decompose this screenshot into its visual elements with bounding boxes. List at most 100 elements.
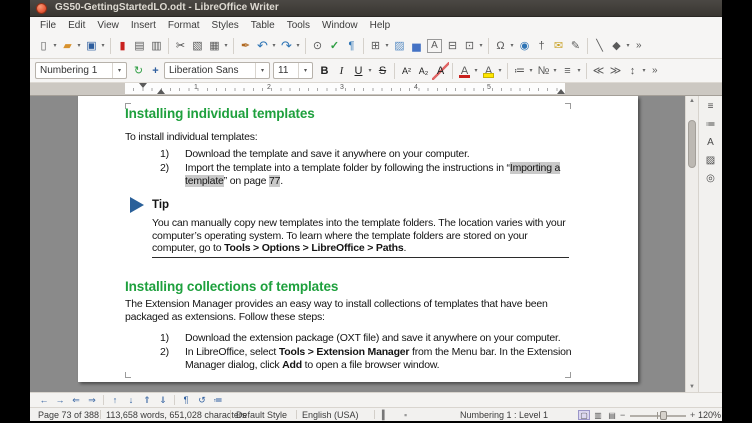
menu-edit[interactable]: Edit xyxy=(62,19,91,32)
combo-caret-icon[interactable]: ▾ xyxy=(298,63,312,78)
insert-table-button[interactable]: ⊞ xyxy=(367,37,384,55)
status-list-level[interactable]: Numbering 1 : Level 1 xyxy=(460,410,548,420)
italic-button[interactable]: I xyxy=(333,62,350,80)
dropdown-caret-icon[interactable]: ▾ xyxy=(383,42,391,49)
move-up-button[interactable]: ↑ xyxy=(107,394,123,406)
bold-button[interactable]: B xyxy=(316,62,333,80)
numbered-list-button[interactable]: № xyxy=(535,62,552,80)
demote-outline-level-button[interactable]: → xyxy=(52,394,68,406)
insert-unnumbered-entry-button[interactable]: ¶ xyxy=(178,394,194,406)
restart-numbering-button[interactable]: ↺ xyxy=(194,394,210,406)
dropdown-caret-icon[interactable]: ▾ xyxy=(624,42,632,49)
vertical-scrollbar[interactable]: ▲ ▼ xyxy=(685,96,698,392)
menu-insert[interactable]: Insert xyxy=(125,19,162,32)
undo-button[interactable]: ↶ xyxy=(254,37,271,55)
window-close-button[interactable] xyxy=(36,3,47,14)
insert-comment-button[interactable]: ✉ xyxy=(550,37,567,55)
book-view-button[interactable]: ▤ xyxy=(606,410,618,420)
dropdown-caret-icon[interactable]: ▾ xyxy=(640,67,648,74)
sidebar-gallery-icon[interactable]: ▨ xyxy=(702,153,720,168)
page-break-button[interactable]: ⊟ xyxy=(444,37,461,55)
outline-list-button[interactable]: ≡ xyxy=(559,62,576,80)
move-down-with-subpoints-button[interactable]: ⇓ xyxy=(155,394,171,406)
open-button[interactable]: ▰ xyxy=(59,37,76,55)
print-button[interactable]: ▤ xyxy=(131,37,148,55)
zoom-slider-track[interactable] xyxy=(630,415,686,417)
dropdown-caret-icon[interactable]: ▾ xyxy=(222,42,230,49)
menu-tools[interactable]: Tools xyxy=(281,19,316,32)
underline-button[interactable]: U xyxy=(350,62,367,80)
zoom-level-value[interactable]: 120% xyxy=(698,410,721,420)
horizontal-ruler[interactable]: 1 2 3 4 5 xyxy=(30,83,722,96)
new-document-button[interactable]: ▯ xyxy=(35,37,52,55)
line-spacing-button[interactable]: ↕ xyxy=(624,62,641,80)
font-name-combo[interactable]: Liberation Sans ▾ xyxy=(164,62,270,79)
multi-page-view-button[interactable]: ▥ xyxy=(592,410,604,420)
cut-button[interactable]: ✂ xyxy=(172,37,189,55)
right-indent-marker[interactable] xyxy=(557,89,565,94)
basic-shapes-button[interactable]: ◆ xyxy=(608,37,625,55)
clear-formatting-button[interactable]: A xyxy=(432,62,449,80)
menu-help[interactable]: Help xyxy=(364,19,397,32)
bullets-and-numbering-button[interactable]: ≔ xyxy=(210,394,226,406)
move-up-with-subpoints-button[interactable]: ⇑ xyxy=(139,394,155,406)
subscript-button[interactable]: A₂ xyxy=(415,62,432,80)
dropdown-caret-icon[interactable]: ▾ xyxy=(508,42,516,49)
demote-with-subpoints-button[interactable]: ⇒ xyxy=(84,394,100,406)
copy-button[interactable]: ▧ xyxy=(189,37,206,55)
insert-field-button[interactable]: ⊡ xyxy=(461,37,478,55)
scroll-up-icon[interactable]: ▲ xyxy=(686,98,698,104)
promote-with-subpoints-button[interactable]: ⇐ xyxy=(68,394,84,406)
menu-styles[interactable]: Styles xyxy=(206,19,245,32)
paragraph-style-combo[interactable]: Numbering 1 ▾ xyxy=(35,62,127,79)
dropdown-caret-icon[interactable]: ▾ xyxy=(551,67,559,74)
dropdown-caret-icon[interactable]: ▾ xyxy=(99,42,107,49)
zoom-in-button[interactable]: + xyxy=(690,410,695,420)
move-down-button[interactable]: ↓ xyxy=(123,394,139,406)
dropdown-caret-icon[interactable]: ▾ xyxy=(51,42,59,49)
status-page-count[interactable]: Page 73 of 388 xyxy=(38,410,99,420)
paste-button[interactable]: ▦ xyxy=(206,37,223,55)
bullet-list-button[interactable]: ≔ xyxy=(511,62,528,80)
special-character-button[interactable]: Ω xyxy=(492,37,509,55)
formatting-marks-button[interactable]: ¶ xyxy=(343,37,360,55)
dropdown-caret-icon[interactable]: ▾ xyxy=(75,42,83,49)
single-page-view-button[interactable]: ▢ xyxy=(578,410,590,420)
sidebar-navigator-icon[interactable]: ◎ xyxy=(702,171,720,186)
menu-file[interactable]: File xyxy=(34,19,62,32)
redo-button[interactable]: ↷ xyxy=(278,37,295,55)
spelling-button[interactable]: ✓ xyxy=(326,37,343,55)
dropdown-caret-icon[interactable]: ▾ xyxy=(477,42,485,49)
menu-view[interactable]: View xyxy=(91,19,125,32)
sidebar-properties-icon[interactable]: ≔ xyxy=(702,117,720,132)
font-size-combo[interactable]: 11 ▾ xyxy=(273,62,313,79)
combo-caret-icon[interactable]: ▾ xyxy=(112,63,126,78)
sidebar-settings-icon[interactable]: ≡ xyxy=(702,99,720,114)
scroll-down-icon[interactable]: ▼ xyxy=(686,384,698,390)
insert-footnote-button[interactable]: † xyxy=(533,37,550,55)
zoom-slider-knob[interactable] xyxy=(660,411,667,420)
combo-caret-icon[interactable]: ▾ xyxy=(255,63,269,78)
superscript-button[interactable]: A² xyxy=(398,62,415,80)
dropdown-caret-icon[interactable]: ▾ xyxy=(496,67,504,74)
toolbar-overflow-button[interactable]: » xyxy=(636,40,642,51)
insert-chart-button[interactable]: ▅ xyxy=(408,37,425,55)
dropdown-caret-icon[interactable]: ▾ xyxy=(366,67,374,74)
update-style-button[interactable]: ↻ xyxy=(130,62,147,80)
status-page-style[interactable]: Default Style xyxy=(236,410,287,420)
clone-formatting-button[interactable]: ✒ xyxy=(237,37,254,55)
document-modified-icon[interactable]: ▪ xyxy=(404,410,407,420)
dropdown-caret-icon[interactable]: ▾ xyxy=(472,67,480,74)
hanging-indent-marker[interactable] xyxy=(157,89,165,94)
insert-line-button[interactable]: ╲ xyxy=(591,37,608,55)
export-pdf-button[interactable]: ▮ xyxy=(114,37,131,55)
strikethrough-button[interactable]: S xyxy=(374,62,391,80)
insert-textbox-button[interactable]: A xyxy=(427,39,442,53)
highlight-color-button[interactable]: A xyxy=(480,62,497,80)
menu-format[interactable]: Format xyxy=(162,19,206,32)
increase-indent-button[interactable]: ≫ xyxy=(607,62,624,80)
status-language[interactable]: English (USA) xyxy=(302,410,359,420)
menu-table[interactable]: Table xyxy=(245,19,281,32)
save-button[interactable]: ▣ xyxy=(83,37,100,55)
first-line-indent-marker[interactable] xyxy=(139,83,147,88)
